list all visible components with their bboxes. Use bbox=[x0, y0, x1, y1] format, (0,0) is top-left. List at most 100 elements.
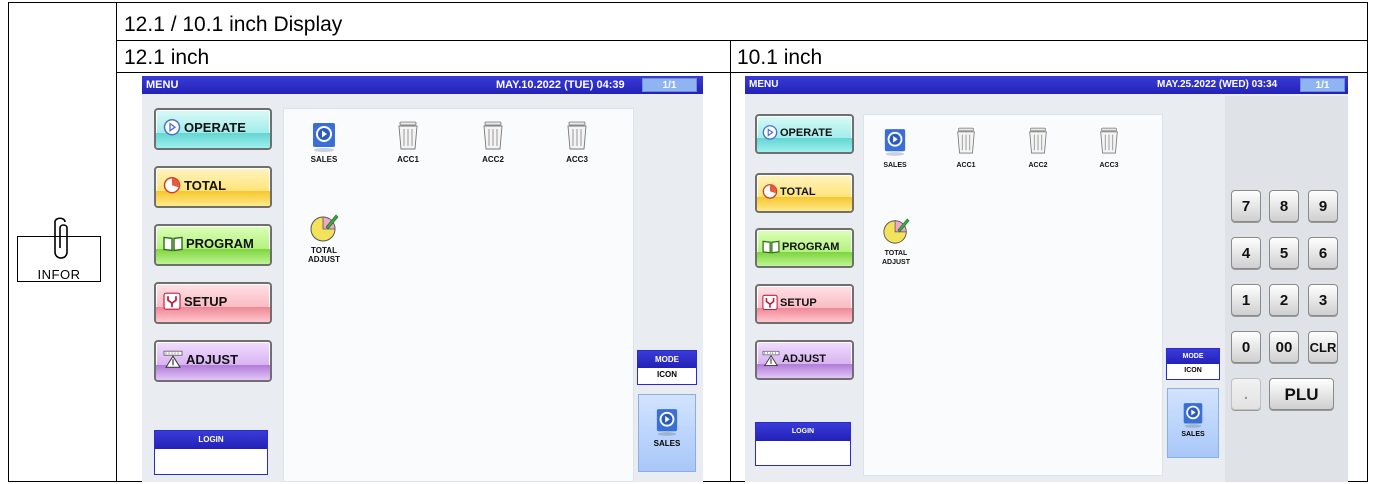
scale-adjust-icon bbox=[762, 350, 780, 366]
key-4[interactable]: 4 bbox=[1231, 237, 1261, 269]
acc2-icon-tile[interactable]: ACC2 bbox=[473, 121, 513, 164]
key-7[interactable]: 7 bbox=[1231, 190, 1261, 222]
page-indicator: 1/1 bbox=[642, 78, 697, 92]
sales-icon-tile[interactable]: SALES bbox=[304, 121, 344, 164]
program-button[interactable]: PROGRAM bbox=[154, 224, 272, 266]
setup-button[interactable]: SETUP bbox=[154, 282, 272, 324]
adjust-label: ADJUST bbox=[782, 352, 827, 365]
adjust-button[interactable]: ADJUST bbox=[755, 340, 854, 380]
key-1[interactable]: 1 bbox=[1231, 284, 1261, 316]
acc1-icon-label: ACC1 bbox=[397, 155, 419, 164]
total-adjust-icon-tile[interactable]: TOTAL ADJUST bbox=[875, 216, 917, 267]
book-icon bbox=[762, 240, 780, 254]
acc2-icon-label: ACC2 bbox=[482, 155, 504, 164]
total-adjust-icon-tile[interactable]: TOTAL ADJUST bbox=[300, 212, 348, 264]
column-header-12-inch: 12.1 inch bbox=[124, 46, 210, 69]
trash-can-icon bbox=[567, 121, 587, 150]
sales-icon bbox=[1183, 403, 1203, 428]
icon-panel bbox=[283, 108, 634, 482]
acc3-icon-label: ACC3 bbox=[566, 155, 588, 164]
key-dot[interactable]: . bbox=[1231, 378, 1261, 410]
setup-label: SETUP bbox=[184, 294, 228, 309]
page-indicator: 1/1 bbox=[1300, 78, 1345, 92]
pie-chart-edit-icon bbox=[883, 218, 910, 244]
operate-button[interactable]: OPERATE bbox=[755, 114, 854, 154]
mode-value: ICON bbox=[657, 370, 677, 379]
sales-mode-button[interactable]: SALES bbox=[1167, 388, 1219, 458]
sales-icon-label: SALES bbox=[883, 162, 907, 169]
screen-12-inch: MENU MAY.10.2022 (TUE) 04:39 1/1 OPERATE… bbox=[142, 76, 703, 482]
sales-icon bbox=[313, 123, 335, 152]
mode-indicator[interactable]: MODE ICON bbox=[637, 350, 697, 385]
key-3[interactable]: 3 bbox=[1308, 284, 1338, 316]
program-button[interactable]: PROGRAM bbox=[755, 228, 854, 268]
key-5[interactable]: 5 bbox=[1269, 237, 1299, 269]
key-0[interactable]: 0 bbox=[1231, 331, 1261, 363]
pie-chart-icon bbox=[762, 184, 778, 199]
mode-value: ICON bbox=[1184, 367, 1202, 374]
login-header: LOGIN bbox=[155, 431, 267, 449]
table-divider bbox=[730, 40, 731, 482]
table-divider bbox=[116, 2, 117, 482]
sales-icon bbox=[656, 409, 678, 436]
mode-label: MODE bbox=[1167, 349, 1219, 364]
table-title: 12.1 / 10.1 inch Display bbox=[124, 13, 343, 36]
key-6[interactable]: 6 bbox=[1308, 237, 1338, 269]
key-00[interactable]: 00 bbox=[1269, 331, 1299, 363]
infor-note-icon: INFOR bbox=[17, 216, 101, 284]
total-button[interactable]: TOTAL bbox=[755, 173, 854, 213]
sales-mode-label: SALES bbox=[653, 439, 681, 448]
program-label: PROGRAM bbox=[186, 236, 254, 251]
login-box[interactable]: LOGIN bbox=[755, 422, 851, 466]
scale-adjust-icon bbox=[163, 350, 183, 368]
acc1-icon-tile[interactable]: ACC1 bbox=[388, 121, 428, 164]
plu-key[interactable]: PLU bbox=[1269, 378, 1334, 410]
book-icon bbox=[163, 236, 183, 252]
table-divider bbox=[116, 40, 1368, 41]
total-label: TOTAL bbox=[780, 185, 816, 198]
trash-can-icon bbox=[1100, 127, 1118, 154]
table-divider bbox=[116, 72, 1368, 73]
acc3-icon-tile[interactable]: ACC3 bbox=[1091, 126, 1127, 170]
key-2[interactable]: 2 bbox=[1269, 284, 1299, 316]
key-clr[interactable]: CLR bbox=[1308, 331, 1338, 363]
acc1-icon-tile[interactable]: ACC1 bbox=[948, 126, 984, 170]
acc2-icon-label: ACC2 bbox=[1028, 162, 1048, 169]
total-adjust-label-2: ADJUST bbox=[307, 255, 340, 264]
sales-icon-tile[interactable]: SALES bbox=[877, 126, 913, 170]
adjust-label: ADJUST bbox=[186, 352, 239, 367]
key-8[interactable]: 8 bbox=[1269, 190, 1299, 222]
key-9[interactable]: 9 bbox=[1308, 190, 1338, 222]
total-button[interactable]: TOTAL bbox=[154, 166, 272, 208]
trash-can-icon bbox=[483, 121, 503, 150]
setup-button[interactable]: SETUP bbox=[755, 284, 854, 324]
total-adjust-label-1: TOTAL bbox=[884, 250, 908, 257]
setup-label: SETUP bbox=[780, 296, 817, 309]
acc2-icon-tile[interactable]: ACC2 bbox=[1020, 126, 1056, 170]
adjust-button[interactable]: ADJUST bbox=[154, 340, 272, 382]
login-header: LOGIN bbox=[756, 423, 850, 441]
date-time: MAY.25.2022 (WED) 03:34 bbox=[1157, 79, 1278, 90]
total-adjust-label-1: TOTAL bbox=[311, 246, 337, 255]
trash-can-icon bbox=[398, 121, 418, 150]
total-label: TOTAL bbox=[184, 178, 227, 193]
mode-indicator[interactable]: MODE ICON bbox=[1166, 348, 1220, 380]
operate-button[interactable]: OPERATE bbox=[154, 108, 272, 150]
trash-can-icon bbox=[1029, 127, 1047, 154]
program-label: PROGRAM bbox=[782, 240, 840, 253]
title-bar: MENU MAY.10.2022 (TUE) 04:39 1/1 bbox=[142, 76, 703, 94]
mode-label: MODE bbox=[638, 351, 696, 368]
login-box[interactable]: LOGIN bbox=[154, 430, 268, 475]
acc3-icon-label: ACC3 bbox=[1099, 162, 1119, 169]
title-bar: MENU MAY.25.2022 (WED) 03:34 1/1 bbox=[745, 76, 1348, 94]
menu-title: MENU bbox=[749, 79, 779, 90]
play-circle-icon bbox=[762, 125, 778, 140]
total-adjust-label-2: ADJUST bbox=[881, 259, 910, 266]
sales-mode-button[interactable]: SALES bbox=[638, 394, 696, 472]
acc3-icon-tile[interactable]: ACC3 bbox=[557, 121, 597, 164]
paperclip-icon bbox=[54, 217, 68, 259]
column-header-10-inch: 10.1 inch bbox=[737, 46, 823, 69]
sales-icon-label: SALES bbox=[310, 155, 338, 164]
pie-chart-icon bbox=[163, 176, 181, 194]
wrench-icon bbox=[762, 294, 778, 311]
